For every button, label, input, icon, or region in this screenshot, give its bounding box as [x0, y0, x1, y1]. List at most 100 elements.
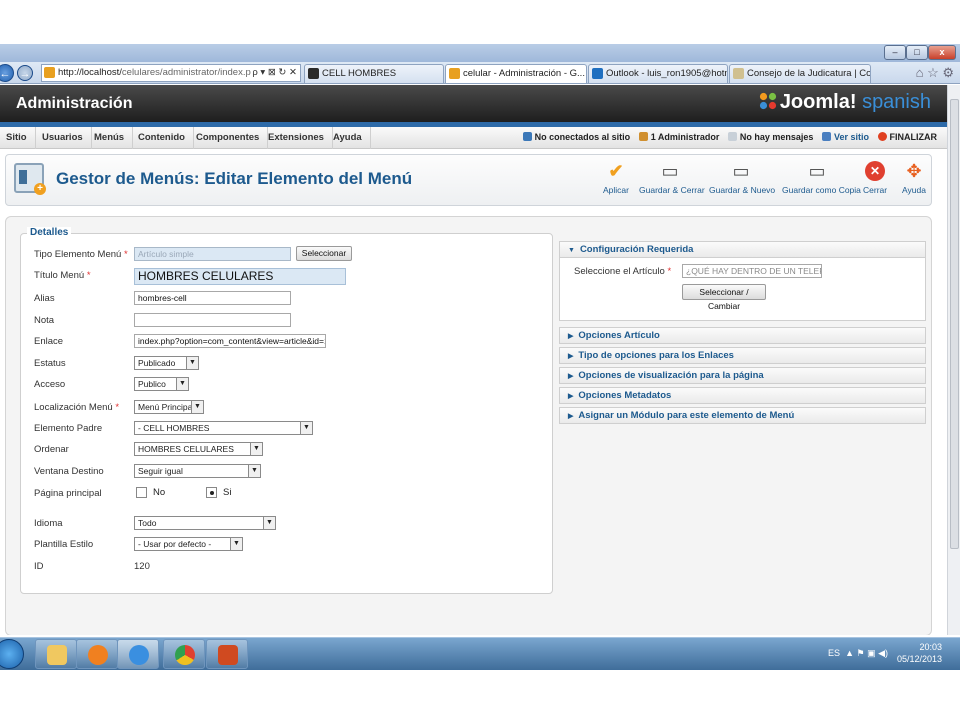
home-no-radio[interactable] — [136, 487, 147, 498]
tray-icons[interactable]: ▲ ⚑ ▣ ◀) — [845, 648, 888, 659]
help-button[interactable]: ✥ Ayuda — [902, 161, 926, 195]
status-row: Estatus Publicado ▼ — [34, 356, 544, 372]
not-connected-status[interactable]: No conectados al sitio — [522, 132, 630, 142]
page-title: Gestor de Menús: Editar Elemento del Men… — [56, 169, 413, 188]
target-value: Seguir igual — [138, 466, 183, 476]
target-label: Ventana Destino — [34, 466, 104, 477]
chevron-down-icon: ▼ — [263, 517, 275, 529]
minimize-button[interactable]: – — [884, 45, 906, 60]
required-star: * — [123, 249, 128, 260]
metadata-options-header[interactable]: ▶ Opciones Metadatos — [559, 387, 926, 404]
triangle-right-icon: ▶ — [568, 333, 574, 340]
location-label-text: Localización Menú — [34, 402, 113, 413]
page-scrollbar[interactable] — [947, 85, 960, 635]
tab-outlook[interactable]: Outlook - luis_ron1905@hotm... — [588, 64, 728, 83]
type-field[interactable]: Artículo simple — [134, 247, 291, 261]
address-bar[interactable]: http://localhost/celulares/administrator… — [41, 64, 301, 82]
details-fieldset: Detalles Tipo Elemento Menú * Artículo s… — [20, 227, 553, 594]
article-field[interactable]: ¿QUÉ HAY DENTRO DE UN TELEFON — [682, 264, 822, 278]
menu-ayuda[interactable]: Ayuda — [325, 127, 371, 149]
alias-row: Alias hombres-cell — [34, 291, 544, 307]
messages-status[interactable]: No hay mensajes — [727, 132, 814, 142]
browser-tab-strip: ← → http://localhost/celulares/administr… — [0, 62, 960, 84]
lifebuoy-icon: ✥ — [906, 161, 922, 181]
location-select[interactable]: Menú Principal ▼ — [134, 400, 204, 414]
browser-tools-icon[interactable]: ⌂ ☆ ⚙ — [916, 65, 954, 81]
alias-input[interactable]: hombres-cell — [134, 291, 291, 305]
clock[interactable]: 20:03 05/12/2013 — [897, 641, 942, 665]
close-button[interactable]: ✕ Cerrar — [863, 161, 887, 195]
logout-link[interactable]: FINALIZAR — [877, 132, 938, 142]
access-value: Publico — [138, 379, 166, 389]
start-button[interactable] — [0, 639, 24, 669]
section-label: Opciones Metadatos — [578, 390, 672, 401]
tab-celular-admin[interactable]: celular - Administración - G... × — [445, 64, 587, 83]
menu-menus[interactable]: Menús — [86, 127, 134, 149]
tab-cell-hombres[interactable]: CELL HOMBRES — [304, 64, 444, 83]
chevron-down-icon: ▼ — [250, 443, 262, 455]
maximize-button[interactable]: □ — [906, 45, 928, 60]
folder-icon — [47, 645, 67, 665]
save-close-button[interactable]: ▭ Guardar & Cerrar — [639, 161, 705, 195]
close-window-button[interactable]: x — [928, 45, 956, 60]
admin-icon — [638, 132, 648, 141]
menu-extensiones[interactable]: Extensiones — [260, 127, 333, 149]
view-site-link[interactable]: Ver sitio — [821, 132, 869, 142]
apply-button[interactable]: ✔ Aplicar — [603, 161, 629, 195]
id-value: 120 — [134, 561, 150, 572]
taskbar-media-player[interactable] — [76, 639, 118, 669]
template-select[interactable]: - Usar por defecto - ▼ — [134, 537, 243, 551]
parent-value: - CELL HOMBRES — [138, 423, 210, 433]
home-yes-radio[interactable] — [206, 487, 217, 498]
messages-label: No hay mensajes — [739, 132, 814, 142]
save-new-button[interactable]: ▭ Guardar & Nuevo — [709, 161, 775, 195]
module-assignment-header[interactable]: ▶ Asignar un Módulo para este elemento de… — [559, 407, 926, 424]
display-options-header[interactable]: ▶ Opciones de visualización para la págin… — [559, 367, 926, 384]
save-copy-button[interactable]: ▭ Guardar como Copia — [782, 161, 861, 195]
close-icon: ✕ — [865, 161, 885, 181]
logout-label: FINALIZAR — [889, 132, 938, 142]
link-options-header[interactable]: ▶ Tipo de opciones para los Enlaces — [559, 347, 926, 364]
menu-contenido[interactable]: Contenido — [130, 127, 194, 149]
web-page: Administración Joomla! spanish Sitio Usu… — [0, 85, 947, 635]
help-label: Ayuda — [902, 185, 926, 195]
taskbar-explorer[interactable] — [35, 639, 77, 669]
target-select[interactable]: Seguir igual ▼ — [134, 464, 261, 478]
taskbar-chrome[interactable] — [163, 639, 205, 669]
tab-consejo[interactable]: Consejo de la Judicatura | Con... — [729, 64, 871, 83]
link-input[interactable]: index.php?option=com_content&view=articl… — [134, 334, 326, 348]
access-row: Acceso Publico ▼ — [34, 377, 544, 393]
admin-title: Administración — [16, 95, 133, 112]
forward-icon[interactable]: → — [17, 65, 33, 81]
language-indicator[interactable]: ES — [828, 648, 840, 658]
taskbar-powerpoint[interactable] — [206, 639, 248, 669]
target-row: Ventana Destino Seguir igual ▼ — [34, 464, 544, 480]
menu-sitio[interactable]: Sitio — [0, 127, 36, 149]
required-config-header[interactable]: ▼ Configuración Requerida — [559, 241, 926, 258]
scrollbar-thumb[interactable] — [950, 99, 959, 549]
url-host: http://localhost/ — [58, 67, 122, 78]
back-icon[interactable]: ← — [0, 64, 14, 82]
link-label: Enlace — [34, 336, 64, 347]
order-select[interactable]: HOMBRES CELULARES ▼ — [134, 442, 263, 456]
address-controls-icon[interactable]: ρ ▾ ⊠ ↻ ✕ — [252, 65, 297, 81]
location-row: Localización Menú * Menú Principal ▼ — [34, 400, 544, 416]
status-select[interactable]: Publicado ▼ — [134, 356, 199, 370]
admins-status[interactable]: 1 Administrador — [638, 132, 719, 142]
select-type-button[interactable]: Seleccionar — [296, 246, 352, 261]
parent-select[interactable]: - CELL HOMBRES ▼ — [134, 421, 313, 435]
powerpoint-icon — [218, 645, 238, 665]
article-options-header[interactable]: ▶ Opciones Artículo — [559, 327, 926, 344]
save-new-icon: ▭ — [732, 161, 750, 181]
change-article-button[interactable]: Seleccionar / Cambiar — [682, 284, 766, 311]
title-input[interactable]: HOMBRES CELULARES — [134, 268, 346, 285]
taskbar-internet-explorer[interactable] — [117, 639, 159, 669]
view-site-label: Ver sitio — [833, 132, 869, 142]
menu-componentes[interactable]: Componentes — [188, 127, 269, 149]
type-label-text: Tipo Elemento Menú — [34, 249, 122, 260]
note-input[interactable] — [134, 313, 291, 327]
tab-favicon-icon — [449, 68, 460, 79]
language-select[interactable]: Todo ▼ — [134, 516, 276, 530]
menu-usuarios[interactable]: Usuarios — [34, 127, 92, 149]
access-select[interactable]: Publico ▼ — [134, 377, 189, 391]
